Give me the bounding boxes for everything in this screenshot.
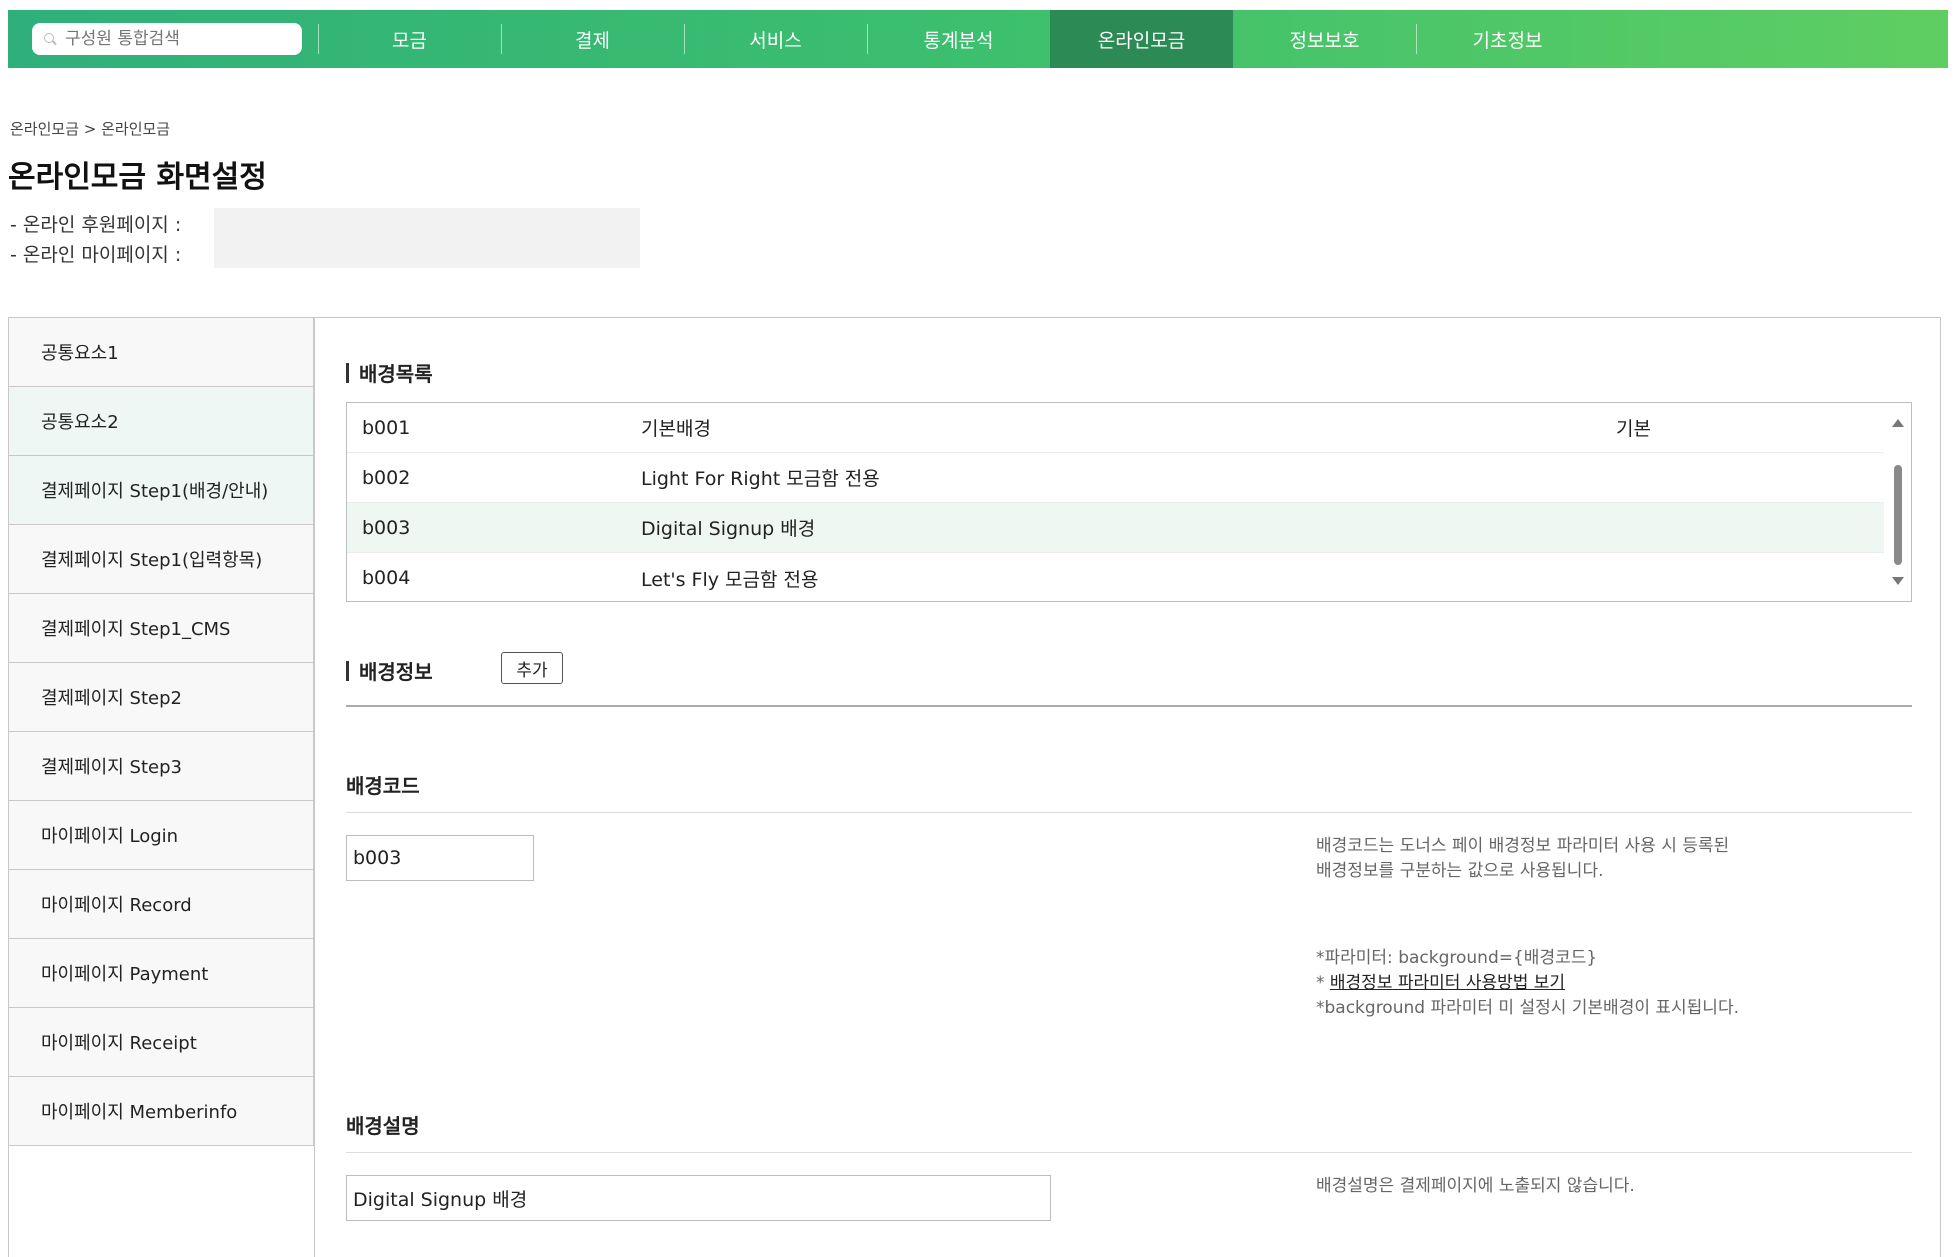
field-divider: [346, 812, 1912, 813]
bg-code-label: 배경코드: [346, 774, 420, 798]
title-bar-mark: [346, 660, 349, 681]
search-input[interactable]: [65, 29, 285, 49]
param-usage-link[interactable]: 배경정보 파라미터 사용방법 보기: [1330, 973, 1565, 993]
scroll-up-arrow-icon[interactable]: [1892, 419, 1904, 427]
mypage-label: - 온라인 마이페이지 :: [10, 244, 182, 266]
search-icon: [44, 32, 57, 46]
nav-item-service[interactable]: 서비스: [684, 10, 867, 68]
sidebar-item-step1-cms[interactable]: 결제페이지 Step1_CMS: [9, 594, 314, 663]
bg-desc-help: 배경설명은 결제페이지에 노출되지 않습니다.: [1316, 1176, 1635, 1196]
sidebar-item-common2[interactable]: 공통요소2: [9, 387, 314, 456]
content-area: 배경목록 b001 기본배경 기본 b002 Light For Right 모…: [314, 318, 1940, 1257]
list-item[interactable]: b004 Let's Fly 모금함 전용: [347, 553, 1884, 603]
row-name: Digital Signup 배경: [641, 518, 816, 540]
sidebar-item-mypage-record[interactable]: 마이페이지 Record: [9, 870, 314, 939]
list-scrollbar[interactable]: [1885, 403, 1911, 601]
nav-item-basic-info[interactable]: 기초정보: [1416, 10, 1599, 68]
bg-code-help-line2: 배경정보를 구분하는 값으로 사용됩니다.: [1316, 861, 1604, 881]
breadcrumb: 온라인모금 > 온라인모금: [10, 120, 171, 138]
add-button[interactable]: 추가: [501, 652, 563, 684]
row-name: Let's Fly 모금함 전용: [641, 568, 819, 591]
row-name: 기본배경: [641, 418, 711, 440]
param-help-note: *background 파라미터 미 설정시 기본배경이 표시됩니다.: [1316, 998, 1739, 1018]
sidebar-item-step1-input[interactable]: 결제페이지 Step1(입력항목): [9, 525, 314, 594]
bg-desc-input[interactable]: [346, 1175, 1051, 1221]
sidebar-item-step1-background[interactable]: 결제페이지 Step1(배경/안내): [9, 456, 314, 525]
settings-panel: 공통요소1 공통요소2 결제페이지 Step1(배경/안내) 결제페이지 Ste…: [8, 317, 1941, 1257]
nav-menu: 모금 결제 서비스 통계분석 온라인모금 정보보호 기초정보: [318, 10, 1599, 68]
row-name: Light For Right 모금함 전용: [641, 468, 880, 490]
section-divider: [346, 705, 1912, 707]
param-help: *파라미터: background={배경코드} * 배경정보 파라미터 사용방…: [1316, 946, 1739, 1021]
bg-list-title-text: 배경목록: [359, 362, 433, 386]
sidebar-item-mypage-payment[interactable]: 마이페이지 Payment: [9, 939, 314, 1008]
title-bar-mark: [346, 362, 349, 383]
param-help-link-line: * 배경정보 파라미터 사용방법 보기: [1316, 971, 1739, 996]
nav-item-privacy[interactable]: 정보보호: [1233, 10, 1416, 68]
sidebar-item-common1[interactable]: 공통요소1: [9, 318, 314, 387]
scroll-thumb[interactable]: [1894, 465, 1902, 565]
param-link-prefix: *: [1316, 973, 1330, 993]
top-nav: 모금 결제 서비스 통계분석 온라인모금 정보보호 기초정보: [8, 10, 1948, 68]
sidebar: 공통요소1 공통요소2 결제페이지 Step1(배경/안내) 결제페이지 Ste…: [9, 318, 314, 1146]
donation-page-label: - 온라인 후원페이지 :: [10, 214, 182, 236]
nav-item-statistics[interactable]: 통계분석: [867, 10, 1050, 68]
sidebar-item-mypage-receipt[interactable]: 마이페이지 Receipt: [9, 1008, 314, 1077]
field-divider: [346, 1152, 1912, 1153]
sidebar-item-mypage-memberinfo[interactable]: 마이페이지 Memberinfo: [9, 1077, 314, 1146]
param-help-line: *파라미터: background={배경코드}: [1316, 948, 1598, 968]
bg-code-help: 배경코드는 도너스 페이 배경정보 파라미터 사용 시 등록된 배경정보를 구분…: [1316, 834, 1729, 884]
sidebar-item-step2[interactable]: 결제페이지 Step2: [9, 663, 314, 732]
bg-info-title-text: 배경정보: [359, 660, 433, 684]
bg-code-input[interactable]: [346, 835, 534, 881]
search-box[interactable]: [32, 23, 302, 55]
nav-item-payment[interactable]: 결제: [501, 10, 684, 68]
row-code: b001: [362, 416, 411, 439]
list-item-selected[interactable]: b003 Digital Signup 배경: [347, 503, 1884, 553]
sidebar-item-step3[interactable]: 결제페이지 Step3: [9, 732, 314, 801]
page-title: 온라인모금 화면설정: [8, 160, 267, 195]
bg-list-title: 배경목록: [346, 358, 433, 387]
bg-desc-label: 배경설명: [346, 1114, 420, 1138]
scroll-down-arrow-icon[interactable]: [1892, 577, 1904, 585]
row-code: b004: [362, 567, 411, 589]
bg-list: b001 기본배경 기본 b002 Light For Right 모금함 전용…: [346, 402, 1912, 602]
row-flag: 기본: [1616, 418, 1651, 440]
url-display-box: [214, 208, 640, 268]
row-code: b002: [362, 466, 411, 489]
bg-code-help-line1: 배경코드는 도너스 페이 배경정보 파라미터 사용 시 등록된: [1316, 836, 1730, 856]
nav-item-online-fundraising[interactable]: 온라인모금: [1050, 10, 1233, 68]
bg-info-title: 배경정보 추가: [346, 652, 563, 685]
sidebar-item-mypage-login[interactable]: 마이페이지 Login: [9, 801, 314, 870]
list-item[interactable]: b001 기본배경 기본: [347, 403, 1884, 453]
row-code: b003: [362, 516, 411, 539]
list-item[interactable]: b002 Light For Right 모금함 전용: [347, 453, 1884, 503]
nav-item-fundraising[interactable]: 모금: [318, 10, 501, 68]
